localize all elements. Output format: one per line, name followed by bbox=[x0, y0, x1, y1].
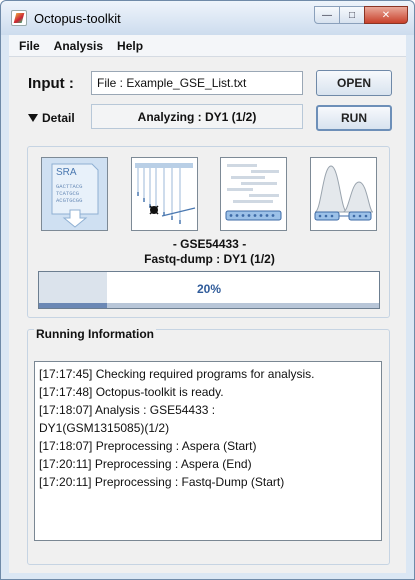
minimize-button[interactable]: — bbox=[314, 6, 340, 24]
window-title: Octopus-toolkit bbox=[34, 11, 121, 26]
current-step-label: Fastq-dump : DY1 (1/2) bbox=[144, 252, 275, 266]
app-window: Octopus-toolkit — □ ✕ File Analysis Help… bbox=[0, 0, 415, 580]
log-line: [17:17:48] Octopus-toolkit is ready. bbox=[39, 385, 224, 399]
progress-bar: 20% bbox=[38, 271, 380, 309]
open-button[interactable]: OPEN bbox=[316, 70, 392, 96]
menu-help[interactable]: Help bbox=[117, 39, 143, 53]
window-controls: — □ ✕ bbox=[314, 6, 408, 24]
analysis-status: Analyzing : DY1 (1/2) bbox=[91, 104, 303, 129]
input-file-field[interactable]: File : Example_GSE_List.txt bbox=[91, 71, 303, 95]
close-button[interactable]: ✕ bbox=[364, 6, 408, 24]
title-bar[interactable]: Octopus-toolkit — □ ✕ bbox=[1, 1, 414, 35]
svg-text:GACTTACG: GACTTACG bbox=[56, 183, 82, 190]
sra-label: SRA bbox=[56, 167, 77, 178]
log-line: [17:20:11] Preprocessing : Aspera (End) bbox=[39, 457, 252, 471]
sra-step-icon: SRA GACTTACG TCATGCG ACGTGCGG bbox=[41, 157, 108, 231]
detail-toggle[interactable]: Detail bbox=[28, 111, 75, 125]
peaks-step-icon bbox=[310, 157, 377, 231]
app-icon bbox=[11, 10, 27, 26]
log-line: [17:20:11] Preprocessing : Fastq-Dump (S… bbox=[39, 475, 285, 489]
log-line: [17:17:45] Checking required programs fo… bbox=[39, 367, 315, 381]
run-button[interactable]: RUN bbox=[316, 105, 392, 131]
progress-strip bbox=[39, 303, 107, 308]
menu-bar: File Analysis Help bbox=[9, 35, 406, 57]
svg-text:ACGTGCGG: ACGTGCGG bbox=[56, 197, 82, 204]
progress-percent: 20% bbox=[196, 282, 222, 296]
running-info-group: Running Information [17:17:45] Checking … bbox=[27, 327, 390, 565]
gse-label: - GSE54433 - bbox=[172, 237, 247, 251]
running-info-title: Running Information bbox=[34, 327, 156, 341]
menu-analysis[interactable]: Analysis bbox=[54, 39, 103, 53]
maximize-button[interactable]: □ bbox=[339, 6, 365, 24]
log-line: [17:18:07] Analysis : GSE54433 : bbox=[39, 403, 216, 417]
reads-step-icon bbox=[220, 157, 287, 231]
log-line: DY1(GSM1315085)(1/2) bbox=[39, 421, 170, 435]
svg-text:TCATGCG: TCATGCG bbox=[56, 190, 79, 197]
pipeline-panel: SRA GACTTACG TCATGCG ACGTGCGG - GSE54433… bbox=[27, 146, 390, 318]
log-line: [17:18:07] Preprocessing : Aspera (Start… bbox=[39, 439, 257, 453]
alignment-step-icon bbox=[131, 157, 198, 231]
main-content: Input : File : Example_GSE_List.txt OPEN… bbox=[9, 57, 406, 573]
log-textarea[interactable]: [17:17:45] Checking required programs fo… bbox=[34, 361, 382, 541]
menu-file[interactable]: File bbox=[19, 39, 40, 53]
input-label: Input : bbox=[28, 75, 74, 92]
expand-triangle-icon bbox=[28, 114, 38, 122]
detail-label: Detail bbox=[42, 111, 75, 125]
